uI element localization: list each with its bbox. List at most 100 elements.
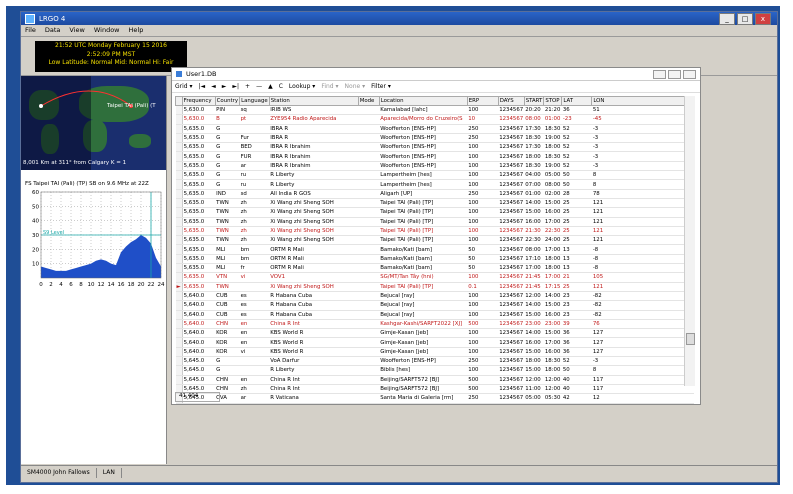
table-row[interactable]: 5,640.0 KOR en KBS World R Gimje-Kasan [jeb]… — [175, 337, 694, 348]
row-selector[interactable] — [175, 207, 183, 218]
delete-record-button[interactable]: — — [256, 83, 262, 90]
first-record-button[interactable]: |◄ — [199, 83, 206, 90]
row-selector[interactable] — [175, 179, 183, 190]
row-selector[interactable] — [175, 133, 183, 144]
row-selector[interactable] — [175, 375, 183, 385]
none-button[interactable]: None ▾ — [345, 83, 366, 90]
scrollbar-thumb[interactable] — [686, 333, 695, 345]
table-row[interactable]: 5,630.0 Bpt ZYE954 Radio Aparecida Aparecid… — [175, 114, 694, 125]
grid-scrollbar[interactable] — [684, 96, 695, 386]
table-row[interactable]: 5,635.0 Gar IBRA R Ibrahim Woofferton [ENS-… — [175, 161, 694, 172]
db-restore-button[interactable] — [668, 70, 681, 79]
column-header[interactable] — [175, 96, 183, 106]
column-header[interactable]: ERP — [466, 96, 499, 106]
filter-button[interactable]: Filter ▾ — [371, 83, 391, 90]
row-selector[interactable] — [175, 337, 183, 348]
row-selector[interactable] — [175, 161, 183, 172]
add-record-button[interactable]: + — [245, 83, 250, 90]
row-selector[interactable] — [175, 114, 183, 125]
last-record-button[interactable]: ►| — [232, 83, 239, 90]
table-row[interactable]: 5,645.0 CVA ar R Vaticana Santa Maria di Gal… — [175, 393, 694, 404]
table-row[interactable]: 5,635.0 MLI bm ORTM R Mali Bamako/Kati [bam]… — [175, 244, 694, 255]
table-row[interactable]: 5,635.0 G BED IBRA R Ibrahim Woofferton [ENS… — [175, 142, 694, 153]
table-row[interactable]: 5,635.0 IND sd All India R GOS Aligarh [UP] 2… — [175, 189, 694, 199]
row-selector[interactable] — [175, 244, 183, 255]
table-row[interactable]: 5,635.0 MLI bm ORTM R Mali Bamako/Kati [bam]… — [175, 254, 694, 265]
column-header[interactable]: START — [523, 96, 545, 106]
table-row[interactable]: 5,640.0 KOR vi KBS World R Gimje-Kasan [jeb]… — [175, 347, 694, 358]
row-selector[interactable] — [175, 226, 183, 237]
table-row[interactable]: 5,645.0 CHN zh China R Int Beijing/SARFT572 … — [175, 384, 694, 395]
row-selector[interactable] — [175, 356, 183, 367]
find-button[interactable]: Find ▾ — [321, 83, 338, 90]
column-header[interactable]: STOP — [543, 96, 563, 106]
column-header[interactable]: Station — [268, 96, 359, 106]
prev-record-button[interactable]: ◄ — [211, 83, 216, 90]
table-row[interactable]: 5,635.0 Gru R Liberty Lampertheim [hes] 100 1… — [175, 179, 694, 190]
table-row[interactable]: 5,640.0 KOR en KBS World R Gimje-Kasan [jeb]… — [175, 328, 694, 339]
table-row[interactable]: 5,630.0 PIN sq IRIB WS Kamalabad [Iahc] 100 12… — [175, 105, 694, 116]
table-row[interactable]: ► 5,635.0 TWN Xi Wang zhi Sheng SOH Taipei T… — [175, 282, 694, 292]
lookup-button[interactable]: Lookup ▾ — [289, 83, 315, 90]
row-selector[interactable] — [175, 319, 183, 330]
table-row[interactable]: 5,635.0 TWN zh Xi Wang zhi Sheng SOH Taipei … — [175, 226, 694, 237]
row-selector[interactable]: ► — [175, 282, 183, 292]
close-button[interactable]: x — [755, 13, 771, 25]
column-header[interactable]: Frequency — [181, 96, 216, 106]
column-header[interactable]: LON — [591, 96, 695, 106]
table-row[interactable]: 5,635.0 TWN zh Xi Wang zhi Sheng SOH Taipei … — [175, 198, 694, 209]
table-row[interactable]: 5,635.0 VTN vi VOV1 SG/MT/Tan Tây (hni) 100 12… — [175, 272, 694, 283]
row-selector[interactable] — [175, 124, 183, 134]
row-selector[interactable] — [175, 235, 183, 246]
maximize-button[interactable]: □ — [737, 13, 753, 25]
table-row[interactable]: 5,645.0 G R Liberty Biblis [hes] 100 1234567 1… — [175, 365, 694, 376]
row-selector[interactable] — [175, 310, 183, 320]
row-selector[interactable] — [175, 217, 183, 227]
table-row[interactable]: 5,635.0 TWN zh Xi Wang zhi Sheng SOH Taipei … — [175, 217, 694, 227]
table-row[interactable]: 5,635.0 G Fur IBRA R Woofferton [ENS-HP] 250 1… — [175, 133, 694, 144]
table-row[interactable]: 5,635.0 G IBRA R Woofferton [ENS-HP] 250 1234… — [175, 124, 694, 134]
menu-data[interactable]: Data — [45, 26, 61, 34]
refresh-button[interactable]: C — [279, 83, 283, 90]
row-selector[interactable] — [175, 365, 183, 376]
world-map[interactable]: Taipei TAI (Pali) (T 8,001 Km at 311° fr… — [21, 76, 166, 170]
row-selector[interactable] — [175, 254, 183, 265]
column-header[interactable]: Mode — [357, 96, 380, 106]
row-selector[interactable] — [175, 328, 183, 339]
menu-file[interactable]: File — [25, 26, 36, 34]
table-row[interactable]: 5,640.0 CUB es R Habana Cuba Bejucal [ray] 10… — [175, 300, 694, 311]
edit-record-button[interactable]: ▲ — [268, 83, 273, 90]
row-selector[interactable] — [175, 105, 183, 116]
table-row[interactable]: 5,640.0 CUB es R Habana Cuba Bejucal [ray] 10… — [175, 291, 694, 302]
db-minimize-button[interactable] — [653, 70, 666, 79]
column-header[interactable]: Country — [214, 96, 241, 106]
menu-help[interactable]: Help — [129, 26, 144, 34]
row-selector[interactable] — [175, 170, 183, 181]
column-header[interactable]: Location — [378, 96, 468, 106]
table-row[interactable]: 5,640.0 CUB es R Habana Cuba Bejucal [ray] 10… — [175, 310, 694, 320]
row-selector[interactable] — [175, 300, 183, 311]
menu-window[interactable]: Window — [94, 26, 120, 34]
menu-view[interactable]: View — [69, 26, 84, 34]
db-close-button[interactable] — [683, 70, 696, 79]
row-selector[interactable] — [175, 272, 183, 283]
table-row[interactable]: 5,635.0 MLI fr ORTM R Mali Bamako/Kati [bam]… — [175, 263, 694, 274]
column-header[interactable]: LAT — [561, 96, 593, 106]
minimize-button[interactable]: _ — [719, 13, 735, 25]
table-row[interactable]: 5,635.0 TWN zh Xi Wang zhi Sheng SOH Taipei … — [175, 207, 694, 218]
column-header[interactable]: Language — [239, 96, 270, 106]
next-record-button[interactable]: ► — [222, 83, 227, 90]
column-header[interactable]: DAYS — [497, 96, 525, 106]
table-row[interactable]: 5,635.0 TWN zh Xi Wang zhi Sheng SOH Taipei … — [175, 235, 694, 246]
table-row[interactable]: 5,645.0 G VoA Darfur Woofferton [ENS-HP] 250… — [175, 356, 694, 367]
table-row[interactable]: 5,645.0 CHN en China R Int Beijing/SARFT572 … — [175, 375, 694, 385]
row-selector[interactable] — [175, 291, 183, 302]
row-selector[interactable] — [175, 347, 183, 358]
row-selector[interactable] — [175, 189, 183, 199]
table-row[interactable]: 5,635.0 Gru R Liberty Lampertheim [hes] 100 1… — [175, 170, 694, 181]
table-row[interactable]: 5,640.0 CHN en China R Int Kashgar-Kashi/SAR… — [175, 319, 694, 330]
grid-menu-button[interactable]: Grid ▾ — [175, 83, 193, 90]
row-selector[interactable] — [175, 142, 183, 153]
row-selector[interactable] — [175, 198, 183, 209]
row-selector[interactable] — [175, 151, 183, 162]
